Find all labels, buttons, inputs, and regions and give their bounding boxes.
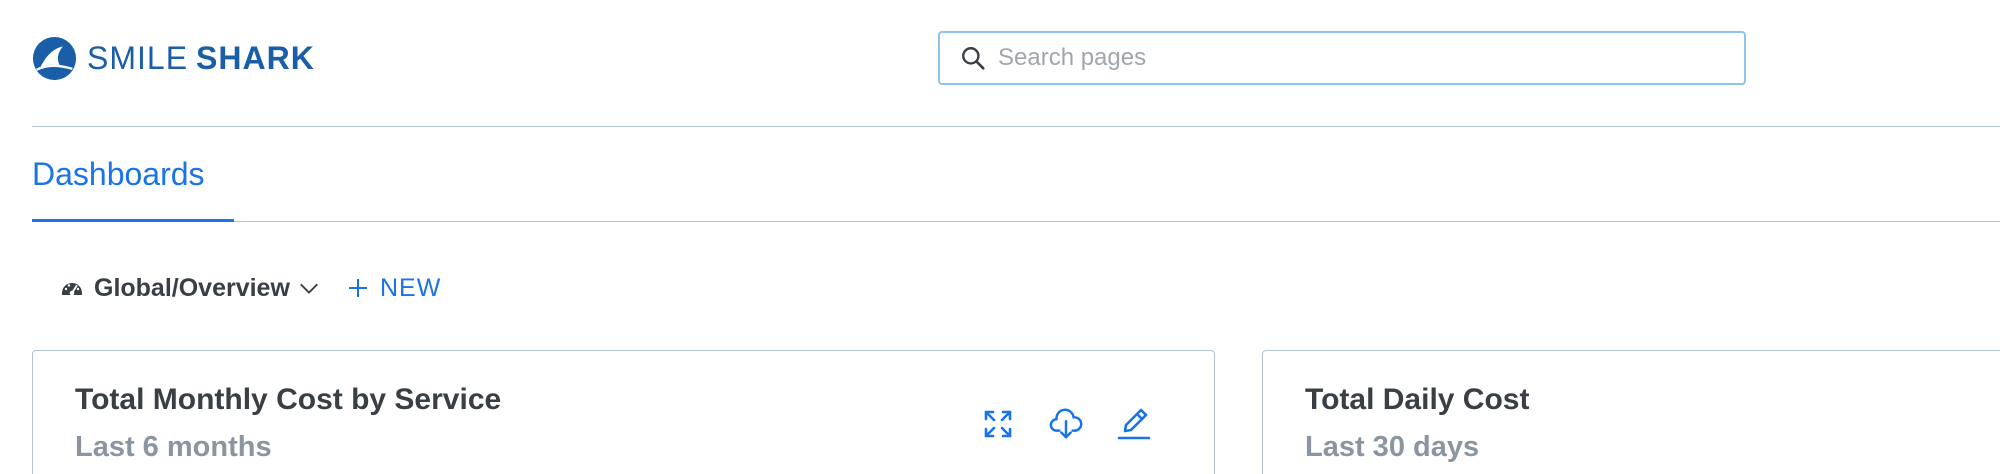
expand-icon [984,410,1012,438]
plus-icon [349,279,367,297]
card-actions [981,407,1151,441]
page: SMILESHARK Dashboards Global/Overview [0,0,2000,474]
dashboard-selector-label: Global/Overview [94,273,290,302]
new-button-label: NEW [380,273,442,302]
search-icon [962,47,985,70]
chevron-down-icon [300,283,318,294]
new-dashboard-button[interactable]: NEW [348,270,441,306]
brand-logo[interactable]: SMILE SHARK [32,34,315,82]
card-subtitle: Last 30 days [1305,431,1480,463]
card-title: Total Daily Cost [1305,383,1530,416]
brand-name-light: SMILE [87,40,189,76]
header-divider [32,126,2000,127]
tab-dashboards[interactable]: Dashboards [32,150,205,222]
search-box[interactable] [938,31,1746,85]
active-tab-indicator [32,219,234,222]
dashboard-selector[interactable]: Global/Overview [60,270,320,306]
search-input[interactable] [998,44,1718,72]
gauge-icon [62,283,82,296]
widget-card-daily-cost: Total Daily Cost Last 30 days [1262,350,2000,474]
tabs-divider [32,221,2000,222]
shark-fin-logo-icon [32,36,77,80]
widget-card-monthly-cost: Total Monthly Cost by Service Last 6 mon… [32,350,1215,474]
brand-name-bold: SHARK [196,40,315,76]
card-title: Total Monthly Cost by Service [75,383,502,416]
edit-icon [1117,408,1151,440]
edit-button[interactable] [1117,407,1151,441]
cloud-download-icon [1049,408,1083,439]
expand-button[interactable] [981,407,1015,441]
brand-name: SMILE SHARK [87,42,315,74]
card-subtitle: Last 6 months [75,431,272,463]
download-button[interactable] [1049,407,1083,441]
